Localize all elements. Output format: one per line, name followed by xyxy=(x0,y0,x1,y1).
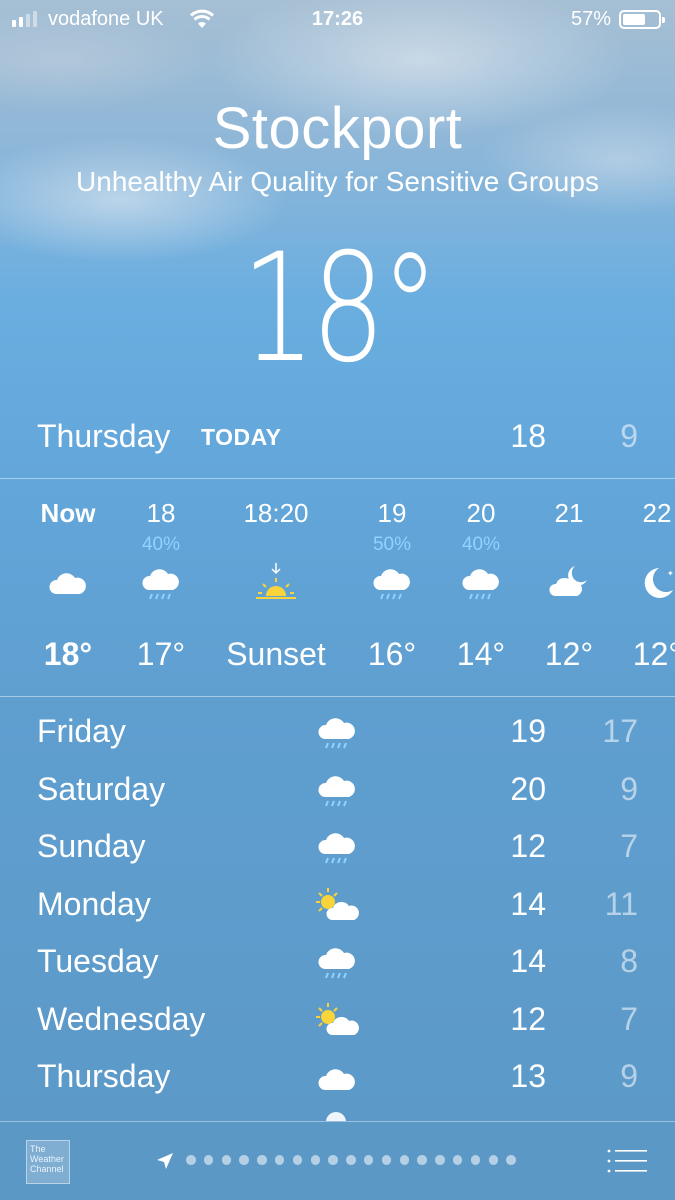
sunset-icon xyxy=(254,562,298,606)
day-low: 9 xyxy=(620,770,638,807)
bottom-toolbar: The Weather Channel xyxy=(0,1121,675,1200)
partly-sunny-icon xyxy=(314,999,360,1043)
divider xyxy=(0,696,675,697)
day-low: 7 xyxy=(620,828,638,864)
page-indicator[interactable] xyxy=(186,1155,516,1165)
page-dot xyxy=(292,1155,303,1165)
daily-row: Monday 14 11 xyxy=(0,878,675,936)
page-dot xyxy=(239,1155,249,1165)
hour-temp: Sunset xyxy=(226,636,326,672)
cloud-icon xyxy=(314,1056,360,1100)
page-dot xyxy=(417,1155,427,1165)
day-high: 14 xyxy=(510,943,546,979)
hour-temp: 17° xyxy=(136,636,186,672)
rain-cloud-icon xyxy=(314,941,360,985)
day-low: 8 xyxy=(620,943,638,979)
page-dot xyxy=(470,1155,481,1165)
today-high: 18 xyxy=(510,418,546,454)
rain-cloud-icon xyxy=(459,562,503,606)
city-list-icon[interactable] xyxy=(606,1148,648,1174)
page-dot xyxy=(435,1155,445,1165)
day-high: 19 xyxy=(510,713,546,749)
daily-row: Sunday 12 7 xyxy=(0,820,675,878)
hour-time: 18 xyxy=(146,498,176,528)
hourly-item: 18 40% 17° xyxy=(106,482,216,696)
cloud-icon xyxy=(46,562,90,606)
page-dot xyxy=(274,1155,285,1165)
partly-sunny-icon xyxy=(314,884,360,928)
daily-forecast[interactable]: Friday 19 17 Saturday 20 9 Sunday 12 7 M… xyxy=(0,705,675,1108)
rain-cloud-icon xyxy=(314,769,360,813)
page-dot xyxy=(381,1155,392,1165)
city-name: Stockport xyxy=(212,96,463,161)
day-high: 12 xyxy=(510,1000,546,1037)
battery-icon xyxy=(619,10,665,29)
daily-row: Wednesday 12 7 xyxy=(0,993,675,1051)
divider xyxy=(0,478,675,479)
day-low: 11 xyxy=(604,885,638,922)
today-day-name: Thursday xyxy=(37,418,171,454)
page-dot xyxy=(346,1155,356,1165)
day-name: Thursday xyxy=(37,1058,171,1094)
page-dot xyxy=(328,1155,338,1165)
current-temperature: 18° xyxy=(240,222,439,396)
day-high: 13 xyxy=(510,1058,546,1094)
rain-cloud-icon xyxy=(314,711,360,755)
day-high: 12 xyxy=(510,828,546,864)
page-dot xyxy=(506,1155,516,1165)
page-dot xyxy=(452,1155,463,1165)
day-low: 17 xyxy=(602,713,638,749)
day-low: 7 xyxy=(620,1000,638,1037)
page-dot xyxy=(186,1155,196,1165)
status-bar: vodafone UK 17:26 57% xyxy=(0,0,675,40)
daily-row: Thursday 13 9 xyxy=(0,1050,675,1108)
today-summary: Thursday TODAY 18 9 xyxy=(0,412,675,462)
page-dot xyxy=(310,1155,321,1165)
today-low: 9 xyxy=(620,418,638,454)
day-name: Tuesday xyxy=(37,943,159,979)
day-high: 14 xyxy=(510,885,546,922)
page-dot xyxy=(257,1155,267,1165)
hour-time: 18:20 xyxy=(243,498,309,528)
page-dot xyxy=(221,1155,232,1165)
battery-percent: 57% xyxy=(570,8,611,30)
hour-time: 22 xyxy=(642,498,672,528)
page-dot xyxy=(203,1155,214,1165)
day-name: Sunday xyxy=(37,828,146,864)
rain-cloud-icon xyxy=(314,826,360,870)
hour-temp: 12° xyxy=(632,636,675,672)
daily-row: Tuesday 14 8 xyxy=(0,935,675,993)
page-dot xyxy=(363,1155,374,1165)
condition-text: Unhealthy Air Quality for Sensitive Grou… xyxy=(76,166,599,197)
hourly-item: 18:20 Sunset xyxy=(221,482,331,696)
day-name: Monday xyxy=(37,885,151,922)
moon-icon: ✦ xyxy=(635,562,675,606)
rain-cloud-icon xyxy=(370,562,414,606)
hourly-forecast[interactable]: Now 18° 18 40% 17° 18:20 Sunset 19 50% 1… xyxy=(0,482,675,696)
day-name: Saturday xyxy=(37,770,166,807)
page-dot xyxy=(399,1155,410,1165)
location-arrow-icon xyxy=(155,1151,175,1176)
day-low: 9 xyxy=(620,1058,638,1094)
hourly-item: 22 ✦ 12° xyxy=(602,482,675,696)
daily-row: Friday 19 17 xyxy=(0,705,675,763)
day-high: 20 xyxy=(510,770,546,807)
day-name: Wednesday xyxy=(37,1000,206,1037)
weather-channel-logo[interactable]: The Weather Channel xyxy=(26,1140,70,1184)
day-name: Friday xyxy=(37,713,126,749)
hour-precipitation: 40% xyxy=(141,534,181,555)
rain-cloud-icon xyxy=(139,562,183,606)
daily-row: Saturday 20 9 xyxy=(0,763,675,821)
today-label: TODAY xyxy=(201,424,282,450)
page-dot xyxy=(488,1155,499,1165)
svg-text:✦: ✦ xyxy=(667,569,674,578)
cloudy-night-icon xyxy=(547,562,591,606)
